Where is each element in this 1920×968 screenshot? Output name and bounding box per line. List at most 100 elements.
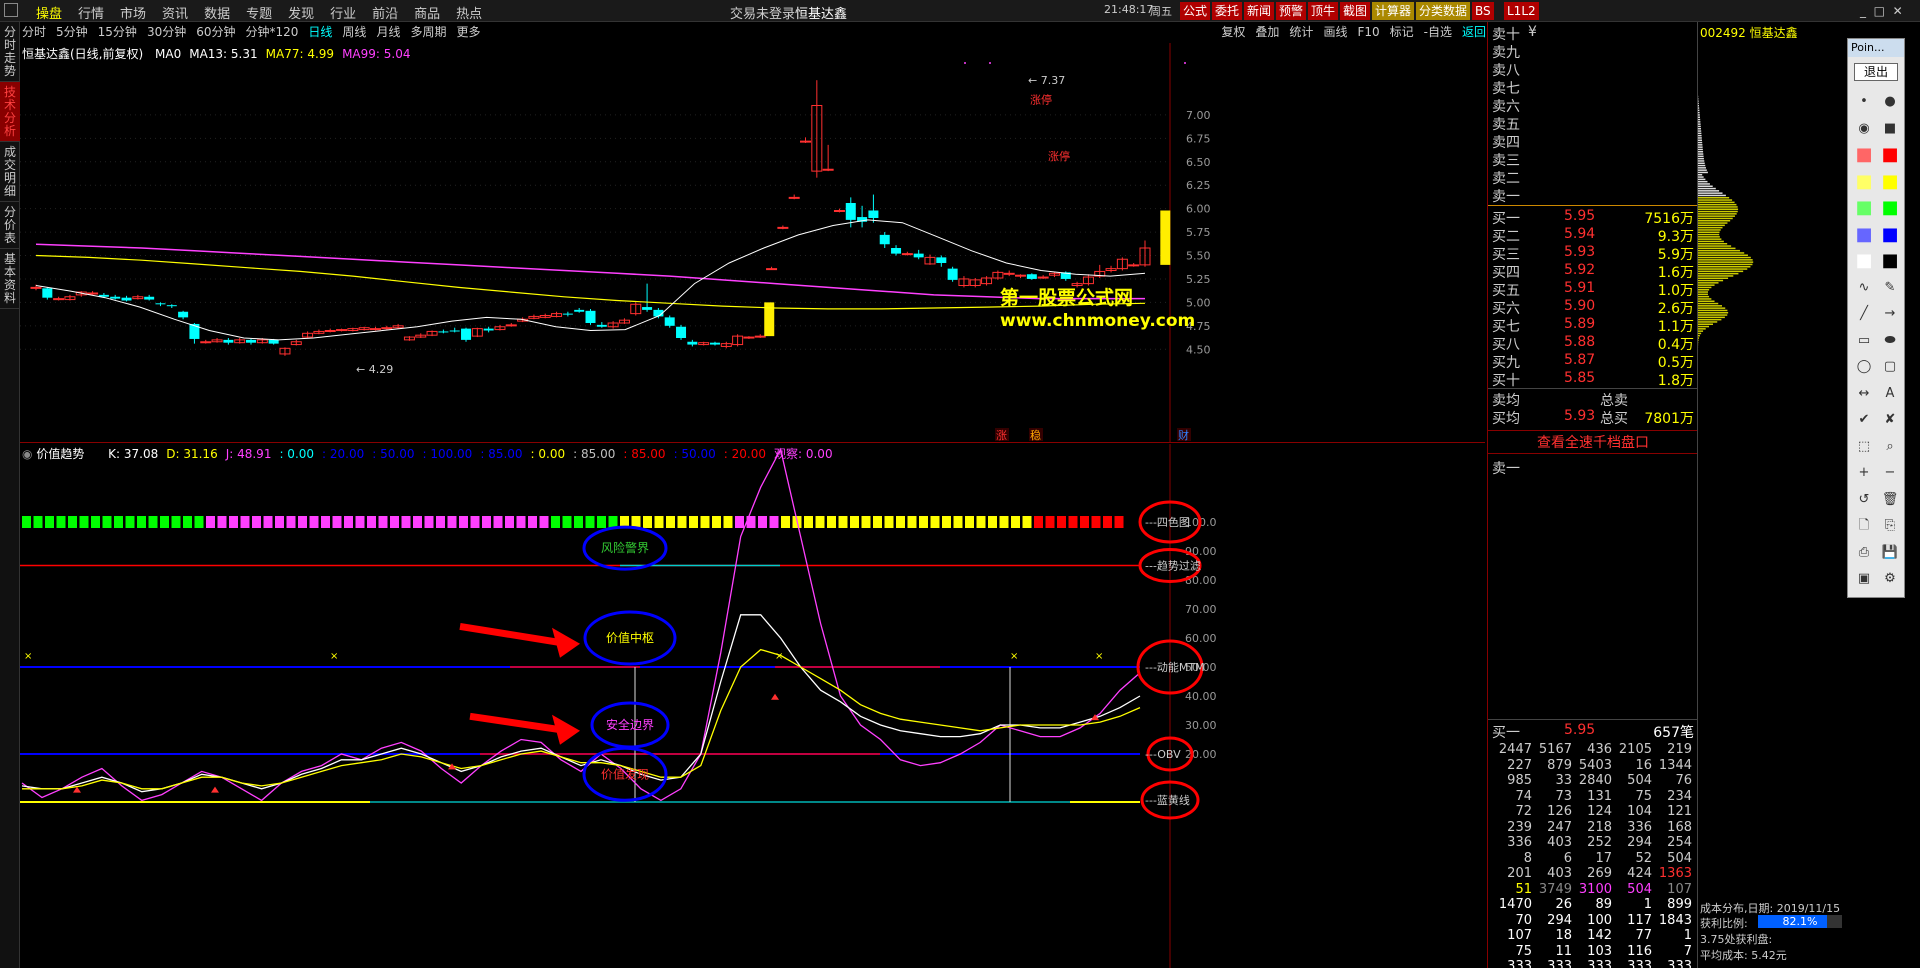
color-white-icon[interactable]: ■ (1853, 252, 1875, 270)
color-green-icon[interactable]: ■ (1879, 199, 1901, 217)
menu-item-6[interactable]: 发现 (288, 7, 314, 22)
chart-tool-2[interactable]: 统计 (1289, 25, 1313, 39)
chart-tool-4[interactable]: F10 (1357, 25, 1379, 39)
menu-item-3[interactable]: 资讯 (162, 7, 188, 22)
sell-row[interactable]: 卖三 (1492, 150, 1694, 169)
toolbar-btn-8[interactable]: BS (1472, 2, 1494, 20)
period-2[interactable]: 15分钟 (98, 25, 137, 39)
chart-tool-7[interactable]: 返回 (1462, 25, 1486, 39)
rectangle-icon[interactable]: ▭ (1853, 332, 1875, 350)
dot-medium-icon[interactable]: ● (1879, 93, 1901, 111)
plus-icon[interactable]: + (1853, 464, 1875, 482)
buy-row[interactable]: 买四 5.92 1.6万 (1492, 262, 1694, 281)
chart-tool-3[interactable]: 画线 (1323, 25, 1347, 39)
menu-item-9[interactable]: 商品 (414, 7, 440, 22)
color-black-icon[interactable]: ■ (1879, 252, 1901, 270)
color-yellow-icon[interactable]: ■ (1879, 172, 1901, 191)
toolbar-btn-0[interactable]: 公式 (1180, 2, 1211, 20)
buy-row[interactable]: 买十 5.85 1.8万 (1492, 370, 1694, 389)
period-7[interactable]: 周线 (342, 25, 366, 39)
event-marker-2[interactable]: 财 (1178, 428, 1189, 442)
arrow-right-icon[interactable]: → (1879, 305, 1901, 323)
menu-item-4[interactable]: 数据 (204, 7, 230, 22)
sell-row[interactable]: 卖七 (1492, 78, 1694, 97)
close-icon[interactable]: ✕ (1893, 4, 1903, 18)
curve-icon[interactable]: ∿ (1853, 279, 1875, 297)
period-8[interactable]: 月线 (376, 25, 400, 39)
cross-icon[interactable]: ✘ (1879, 411, 1901, 429)
menu-item-7[interactable]: 行业 (330, 7, 356, 22)
pen-icon[interactable]: ✎ (1879, 279, 1901, 297)
line-icon[interactable]: ╱ (1853, 305, 1875, 323)
save-icon[interactable]: 💾 (1879, 544, 1901, 562)
color-yellow-light-icon[interactable]: ■ (1853, 172, 1875, 191)
maximize-icon[interactable]: □ (1874, 4, 1885, 18)
ellipse-fill-icon[interactable]: ⬬ (1879, 332, 1901, 350)
period-0[interactable]: 分时 (22, 25, 46, 39)
indicator-sub-chart[interactable]: ◉ 价值趋势 K: 37.08 D: 31.16 J: 48.91: 0.00: 2… (20, 444, 1485, 968)
sell-row[interactable]: 卖一 (1492, 186, 1694, 205)
menu-item-5[interactable]: 专题 (246, 7, 272, 22)
chart-tool-6[interactable]: -自选 (1424, 25, 1452, 39)
dot-small-icon[interactable]: • (1853, 93, 1875, 111)
left-tab-2[interactable]: 成交明细 (0, 142, 20, 202)
toolbar-btn-2[interactable]: 新闻 (1244, 2, 1275, 20)
menu-item-2[interactable]: 市场 (120, 7, 146, 22)
menu-item-0[interactable]: 操盘 (36, 7, 62, 22)
color-red-icon[interactable]: ■ (1879, 146, 1901, 164)
period-3[interactable]: 30分钟 (147, 25, 186, 39)
sell-row[interactable]: 卖十 ¥ (1492, 24, 1694, 43)
sell-row[interactable]: 卖九 (1492, 42, 1694, 61)
zoom-icon[interactable]: ⌕ (1879, 438, 1901, 456)
chart-tool-0[interactable]: 复权 (1221, 25, 1245, 39)
view-full-depth-link[interactable]: 查看全速千档盘口 (1488, 430, 1698, 454)
buy-row[interactable]: 买七 5.89 1.1万 (1492, 316, 1694, 335)
sell-row[interactable]: 卖二 (1492, 168, 1694, 187)
text-icon[interactable]: A (1879, 385, 1901, 403)
settings-icon[interactable]: ⚙ (1879, 570, 1901, 588)
period-4[interactable]: 60分钟 (196, 25, 235, 39)
new-file-icon[interactable]: 🗋 (1853, 517, 1875, 535)
chart-tool-5[interactable]: 标记 (1390, 25, 1414, 39)
square-icon[interactable]: ■ (1879, 120, 1901, 138)
buy-row[interactable]: 买九 5.87 0.5万 (1492, 352, 1694, 371)
color-blue-icon[interactable]: ■ (1879, 225, 1901, 244)
print-icon[interactable]: ⎙ (1853, 544, 1875, 562)
menu-item-1[interactable]: 行情 (78, 7, 104, 22)
toolbar-btn-3[interactable]: 预警 (1276, 2, 1307, 20)
trash-icon[interactable]: 🗑 (1879, 491, 1901, 509)
undo-icon[interactable]: ↺ (1853, 491, 1875, 509)
color-red-light-icon[interactable]: ■ (1853, 146, 1875, 164)
period-1[interactable]: 5分钟 (56, 25, 88, 39)
sell-row[interactable]: 卖四 (1492, 132, 1694, 151)
select-icon[interactable]: ⬚ (1853, 438, 1875, 456)
period-6[interactable]: 日线 (308, 25, 332, 39)
color-blue-light-icon[interactable]: ■ (1853, 225, 1875, 244)
color-green-light-icon[interactable]: ■ (1853, 199, 1875, 217)
kline-main-chart[interactable]: 恒基达鑫(日线,前复权) MA0 MA13: 5.31 MA77: 4.99 MA99… (20, 43, 1485, 443)
copy-icon[interactable]: ⎘ (1879, 517, 1901, 535)
rounded-rect-icon[interactable]: ▢ (1879, 358, 1901, 376)
check-icon[interactable]: ✔ (1853, 411, 1875, 429)
sell-row[interactable]: 卖五 (1492, 114, 1694, 133)
double-arrow-icon[interactable]: ↔ (1853, 385, 1875, 403)
toolbar-btn-5[interactable]: 截图 (1340, 2, 1371, 20)
image-icon[interactable]: ▣ (1853, 570, 1875, 588)
minimize-icon[interactable]: _ (1860, 4, 1866, 18)
event-marker-0[interactable]: 涨 (996, 429, 1007, 442)
buy-row[interactable]: 买五 5.91 1.0万 (1492, 280, 1694, 299)
period-9[interactable]: 多周期 (410, 25, 446, 39)
period-5[interactable]: 分钟*120 (246, 25, 299, 39)
toolbar-btn-1[interactable]: 委托 (1212, 2, 1243, 20)
menu-item-8[interactable]: 前沿 (372, 7, 398, 22)
buy-row[interactable]: 买六 5.90 2.6万 (1492, 298, 1694, 317)
buy-row[interactable]: 买二 5.94 9.3万 (1492, 226, 1694, 245)
dot-large-icon[interactable]: ◉ (1853, 120, 1875, 138)
left-tab-4[interactable]: 基本资料 (0, 249, 20, 309)
buy-row[interactable]: 买八 5.88 0.4万 (1492, 334, 1694, 353)
minus-icon[interactable]: − (1879, 464, 1901, 482)
left-tab-3[interactable]: 分价表 (0, 202, 20, 249)
chart-tool-1[interactable]: 叠加 (1255, 25, 1279, 39)
toolbar-btn-4[interactable]: 顶牛 (1308, 2, 1339, 20)
event-marker-1[interactable]: 稳 (1030, 428, 1041, 442)
